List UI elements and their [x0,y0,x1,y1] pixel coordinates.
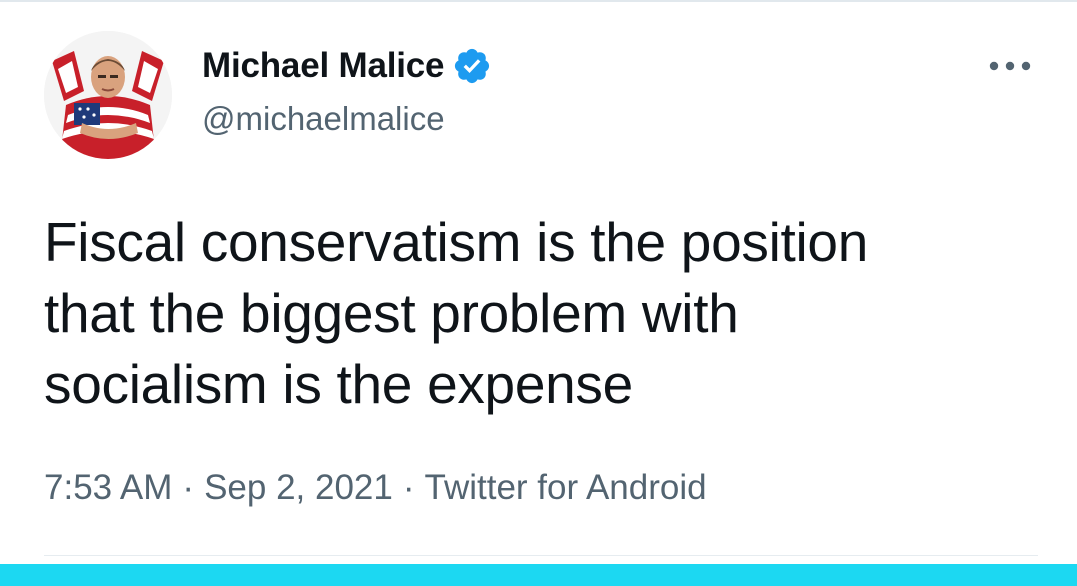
tweet-text-line: Fiscal conservatism is the position [44,211,868,273]
tweet-date[interactable]: Sep 2, 2021 [204,468,393,508]
avatar[interactable] [44,31,172,159]
divider [44,555,1038,556]
tweet-meta: 7:53 AM · Sep 2, 2021 · Twitter for Andr… [44,465,707,511]
tweet-time[interactable]: 7:53 AM [44,468,172,508]
tweet-text-line: socialism is the expense [44,353,633,415]
author-name-row: Michael Malice [202,44,492,88]
meta-separator: · [402,468,415,507]
tweet-card: Michael Malice @michaelmalice Fiscal con… [0,0,1077,586]
more-horizontal-icon [989,61,1031,71]
verified-badge-icon [455,48,490,84]
more-button[interactable] [986,52,1034,80]
tweet-text-line: that the biggest problem with [44,282,739,344]
bottom-bar [0,564,1077,586]
author-name[interactable]: Michael Malice [202,44,445,88]
avatar-image [44,31,172,159]
author-handle[interactable]: @michaelmalice [202,99,445,139]
meta-separator: · [182,468,195,507]
tweet-text: Fiscal conservatism is the position that… [44,207,1034,420]
tweet-source[interactable]: Twitter for Android [425,468,707,508]
